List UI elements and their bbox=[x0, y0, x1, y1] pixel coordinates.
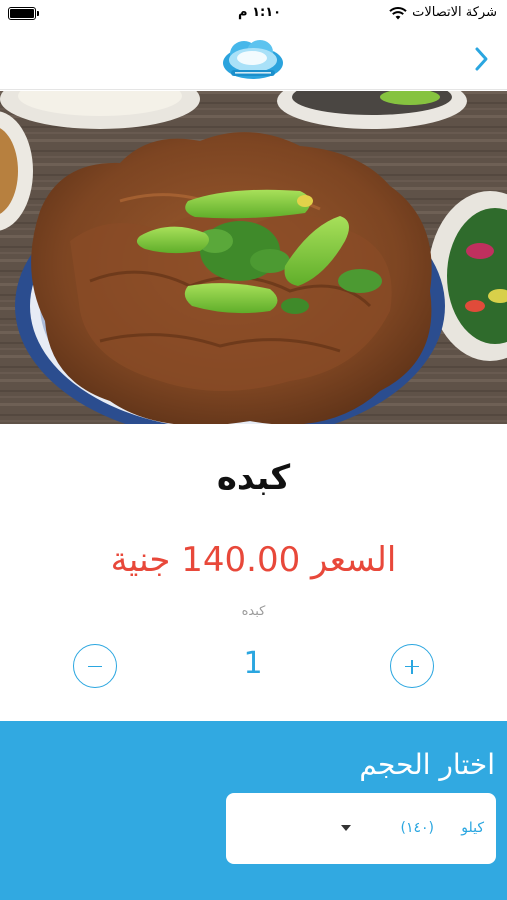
selected-size-count: (١٤٠) bbox=[400, 820, 435, 836]
product-image bbox=[0, 91, 507, 424]
size-dropdown[interactable]: كيلو (١٤٠) bbox=[226, 793, 496, 864]
wifi-icon bbox=[389, 7, 407, 20]
decrease-quantity-button[interactable] bbox=[73, 644, 117, 688]
battery-icon bbox=[8, 7, 39, 20]
navigation-bar bbox=[0, 30, 507, 90]
size-selection-panel: اختار الحجم كيلو (١٤٠) bbox=[0, 721, 507, 900]
minus-icon bbox=[88, 665, 102, 668]
selected-size-name: كيلو bbox=[461, 820, 484, 836]
back-button[interactable] bbox=[467, 42, 495, 76]
clock-label: ١:١٠ م bbox=[238, 5, 282, 20]
product-price: السعر 140.00 جنية bbox=[110, 540, 397, 580]
increase-quantity-button[interactable] bbox=[390, 644, 434, 688]
caret-down-icon bbox=[341, 825, 351, 831]
app-logo bbox=[223, 40, 283, 79]
chevron-right-icon bbox=[475, 47, 488, 71]
quantity-value: 1 bbox=[243, 646, 263, 681]
carrier-label: شركة الاتصالات bbox=[412, 5, 497, 20]
product-description: كبده bbox=[241, 604, 266, 619]
size-heading: اختار الحجم bbox=[359, 748, 495, 781]
status-bar: شركة الاتصالات ١:١٠ م bbox=[0, 0, 507, 30]
product-name: كبده bbox=[216, 458, 291, 498]
